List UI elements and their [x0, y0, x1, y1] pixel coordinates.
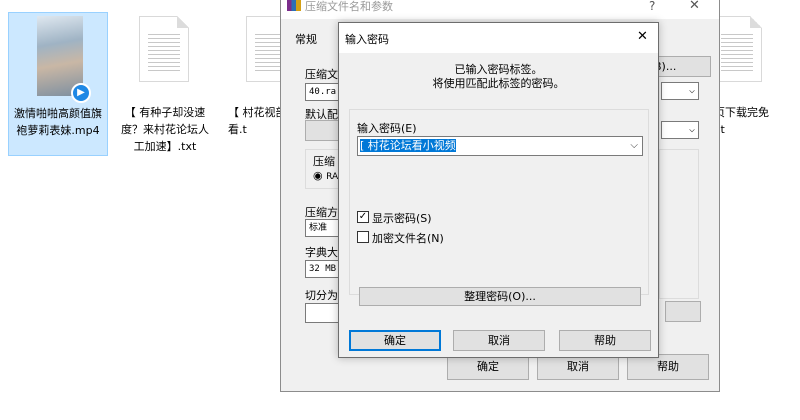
archive-name-dropdown[interactable]: ⌵ [661, 82, 699, 100]
password-label: 输入密码(E) [357, 122, 417, 135]
file-name: 激情啪啪高颜值旗袍萝莉表妹.mp4 [14, 107, 102, 137]
format-rar-radio[interactable]: ◉ RA [313, 169, 338, 182]
archive-options-group [659, 149, 699, 299]
chevron-down-icon: ⌵ [630, 140, 638, 151]
archive-name-label: 压缩文 [305, 68, 338, 81]
update-mode-dropdown[interactable]: ⌵ [661, 121, 699, 139]
password-help-button[interactable]: 帮助 [559, 330, 651, 351]
encrypt-filenames-checkbox[interactable] [357, 231, 369, 243]
password-text: [ 村花论坛看小视频 [360, 139, 456, 152]
password-dialog-titlebar: 输入密码 ✕ [339, 23, 658, 53]
winrar-icon [287, 0, 301, 11]
chevron-down-icon: ⌵ [688, 124, 695, 135]
password-cancel-button[interactable]: 取消 [453, 330, 545, 351]
password-info-line2: 将使用匹配此标签的密码。 [432, 77, 565, 90]
video-play-icon: ▶ [71, 83, 91, 103]
set-password-button[interactable] [665, 301, 701, 322]
tab-general[interactable]: 常规 [295, 31, 317, 47]
password-input[interactable]: [ 村花论坛看小视频 ⌵ [357, 136, 643, 156]
file-name: 【 有种子却没速度？来村花论坛人工加速】.txt [121, 106, 209, 153]
archive-dialog-titlebar: 压缩文件名和参数 ? ✕ [281, 0, 719, 19]
split-label: 切分为 [305, 289, 338, 302]
file-name: 页下载完免 xt [714, 106, 769, 136]
file-txt-3[interactable]: 页下载完免 xt [712, 12, 772, 156]
close-icon[interactable]: ✕ [637, 29, 648, 44]
method-label: 压缩方 [305, 206, 338, 219]
archive-format-label: 压缩 [313, 155, 335, 168]
chevron-down-icon: ⌵ [688, 85, 695, 96]
close-icon[interactable]: ✕ [689, 0, 700, 13]
encrypt-filenames-label: 加密文件名(N) [372, 232, 444, 245]
help-icon[interactable]: ? [649, 0, 655, 13]
text-file-icon [139, 16, 189, 82]
dictionary-label: 字典大 [305, 246, 338, 259]
show-password-checkbox[interactable]: ✓ [357, 211, 369, 223]
file-txt-1[interactable]: 【 有种子却没速度？来村花论坛人工加速】.txt [115, 12, 215, 156]
organize-passwords-button[interactable]: 整理密码(O)... [359, 287, 641, 306]
password-dialog: 输入密码 ✕ 已输入密码标签。 将使用匹配此标签的密码。 输入密码(E) [ 村… [338, 22, 659, 358]
browse-button[interactable]: B)... [651, 56, 711, 77]
file-video[interactable]: ▶ 激情啪啪高颜值旗袍萝莉表妹.mp4 [8, 12, 108, 156]
archive-dialog-title: 压缩文件名和参数 [305, 0, 393, 13]
show-password-label: 显示密码(S) [372, 212, 432, 225]
password-dialog-title: 输入密码 [345, 33, 389, 46]
password-ok-button[interactable]: 确定 [349, 330, 441, 351]
